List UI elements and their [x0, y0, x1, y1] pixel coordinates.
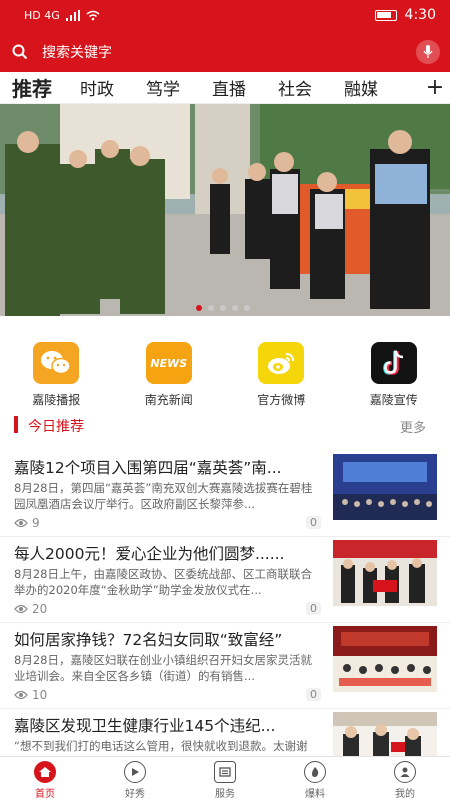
- network-label: HD 4G: [24, 9, 60, 22]
- fire-icon: [304, 761, 326, 783]
- tab-live[interactable]: 直播: [196, 75, 262, 100]
- carousel-dot[interactable]: [208, 305, 214, 311]
- bottom-navigation: 首页 好秀 服务 爆料 我的: [0, 756, 450, 800]
- comment-count: 0: [306, 516, 321, 529]
- nav-label: 首页: [35, 789, 55, 800]
- nav-label: 服务: [215, 789, 235, 800]
- tab-recommend[interactable]: 推荐: [0, 73, 64, 102]
- carousel-indicator: [196, 305, 250, 311]
- wifi-icon: [86, 10, 100, 21]
- news-item[interactable]: 如何居家挣钱？72名妇女同取“致富经” 8月28日，嘉陵区妇联在创业小镇组织召开…: [0, 624, 450, 709]
- status-right: 4:30: [374, 7, 436, 23]
- search-placeholder: 搜索关键字: [42, 45, 112, 61]
- view-count: 9: [32, 516, 40, 530]
- tiktok-icon: [370, 342, 417, 384]
- home-icon: [34, 761, 56, 783]
- nav-tipoff[interactable]: 爆料: [270, 757, 360, 800]
- nav-label: 爆料: [305, 789, 325, 800]
- shortcut-label: 嘉陵宣传: [369, 393, 418, 407]
- tab-society[interactable]: 社会: [262, 75, 328, 100]
- nav-show[interactable]: 好秀: [90, 757, 180, 800]
- news-title: 嘉陵12个项目入围第四届“嘉英荟”南...: [14, 459, 282, 477]
- search-input[interactable]: 搜索关键字: [0, 32, 450, 72]
- status-bar: HD 4G 4:30: [0, 0, 450, 32]
- section-header: 今日推荐 更多: [0, 414, 450, 440]
- eye-icon: [14, 604, 28, 614]
- news-views: 9: [14, 516, 40, 530]
- nav-service[interactable]: 服务: [180, 757, 270, 800]
- news-item[interactable]: 嘉陵12个项目入围第四届“嘉英荟”南... 8月28日，第四届“嘉英荟”南充双创…: [0, 452, 450, 537]
- news-thumbnail: [333, 712, 437, 756]
- carousel-dot[interactable]: [244, 305, 250, 311]
- news-icon: NEWS: [145, 342, 192, 384]
- shortcut-label: 南充新闻: [144, 393, 193, 407]
- news-thumbnail: [333, 626, 437, 692]
- news-summary: 8月28日，第四届“嘉英荟”南充双创大赛嘉陵选拔赛在碧桂园凤凰酒店会议厅举行。区…: [14, 481, 313, 511]
- banner-carousel[interactable]: [0, 104, 450, 316]
- add-channel-button[interactable]: +: [420, 75, 450, 100]
- profile-icon: [394, 761, 416, 783]
- signal-icon: [65, 10, 80, 21]
- carousel-dot[interactable]: [220, 305, 226, 311]
- news-item[interactable]: 每人2000元！爱心企业为他们圆梦...... 8月28日上午，由嘉陵区政协、区…: [0, 538, 450, 623]
- news-summary: 8月28日上午，由嘉陵区政协、区委统战部、区工商联联合举办的2020年度“金秋助…: [14, 567, 312, 597]
- battery-icon: [374, 9, 397, 21]
- app-shortcuts: 嘉陵播报 NEWS 南充新闻 官方微博 嘉陵宣传: [0, 342, 450, 410]
- news-title: 如何居家挣钱？72名妇女同取“致富经”: [14, 631, 283, 649]
- news-views: 10: [14, 688, 47, 702]
- shortcut-jialing-broadcast[interactable]: 嘉陵播报: [0, 342, 113, 410]
- clock: 4:30: [404, 7, 436, 23]
- service-icon: [214, 761, 236, 783]
- search-icon: [12, 44, 36, 60]
- comment-count: 0: [306, 602, 321, 615]
- news-summary: “想不到我们打的电话这么管用，很快就收到退款。太谢谢了，你们开展的这个治理，让老…: [14, 739, 308, 756]
- news-thumbnail: [333, 454, 437, 520]
- news-thumbnail: [333, 540, 437, 606]
- section-title: 今日推荐: [28, 419, 84, 435]
- news-item[interactable]: 嘉陵区发现卫生健康行业145个违纪... “想不到我们打的电话这么管用，很快就收…: [0, 710, 450, 756]
- wechat-icon: [33, 342, 80, 384]
- nav-label: 好秀: [125, 789, 145, 800]
- eye-icon: [14, 518, 28, 528]
- tab-politics[interactable]: 时政: [64, 75, 130, 100]
- signal-indicators: HD 4G: [24, 9, 100, 22]
- comment-count: 0: [306, 688, 321, 701]
- channel-tabs: 推荐 时政 笃学 直播 社会 融媒 +: [0, 72, 450, 104]
- nav-label: 我的: [395, 789, 415, 800]
- shortcut-label: 嘉陵播报: [32, 393, 81, 407]
- carousel-dot[interactable]: [196, 305, 202, 311]
- weibo-icon: [258, 342, 305, 384]
- microphone-icon[interactable]: [416, 40, 440, 64]
- nav-profile[interactable]: 我的: [360, 757, 450, 800]
- shortcut-nanchong-news[interactable]: NEWS 南充新闻: [113, 342, 226, 410]
- news-title: 嘉陵区发现卫生健康行业145个违纪...: [14, 717, 276, 735]
- view-count: 20: [32, 602, 48, 616]
- news-summary: 8月28日，嘉陵区妇联在创业小镇组织召开妇女居家灵活就业培训会。来自全区各乡镇（…: [14, 653, 312, 683]
- tab-study[interactable]: 笃学: [130, 75, 196, 100]
- news-icon-text: NEWS: [150, 356, 188, 370]
- news-views: 20: [14, 602, 47, 616]
- banner-image: [0, 104, 450, 316]
- view-count: 10: [32, 688, 48, 702]
- tab-media[interactable]: 融媒: [328, 75, 394, 100]
- eye-icon: [14, 690, 28, 700]
- play-icon: [124, 761, 146, 783]
- search-bar: 搜索关键字: [0, 32, 450, 72]
- carousel-dot[interactable]: [232, 305, 238, 311]
- more-link[interactable]: 更多: [400, 417, 426, 436]
- shortcut-label: 官方微博: [257, 393, 306, 407]
- news-title: 每人2000元！爱心企业为他们圆梦......: [14, 545, 285, 563]
- shortcut-official-weibo[interactable]: 官方微博: [225, 342, 338, 410]
- nav-home[interactable]: 首页: [0, 757, 90, 800]
- shortcut-jialing-promotion[interactable]: 嘉陵宣传: [338, 342, 450, 410]
- section-accent-bar: [14, 416, 18, 433]
